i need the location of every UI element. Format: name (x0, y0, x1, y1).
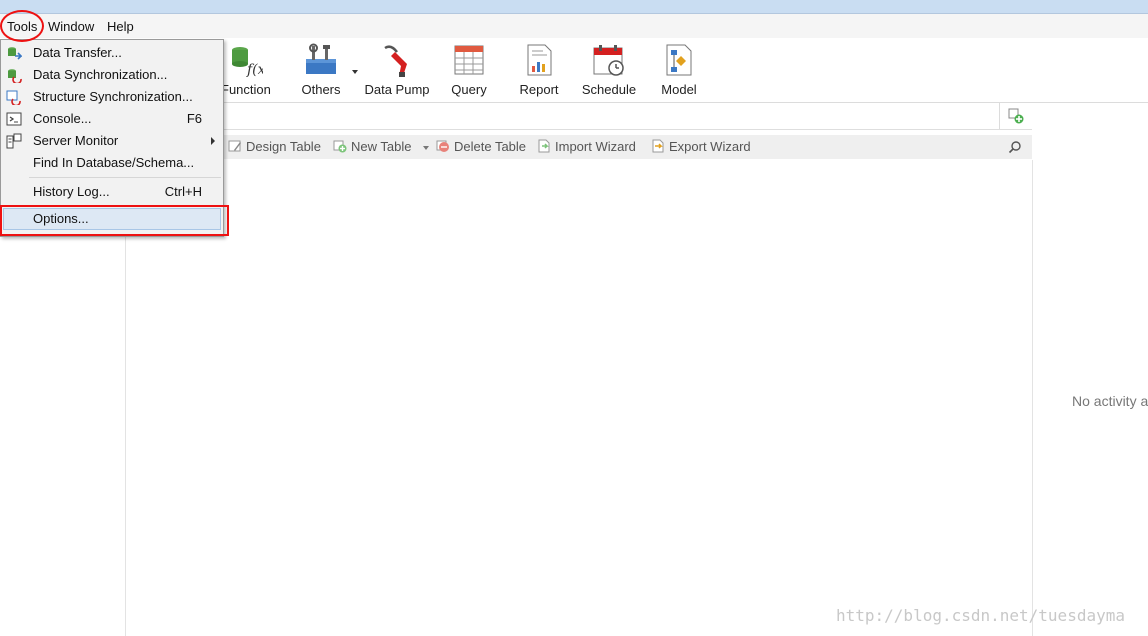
report-label: Report (519, 82, 559, 97)
annotation-circle-tools (0, 10, 44, 42)
menu-window[interactable]: Window (48, 19, 94, 34)
menu-item-data-transfer[interactable]: Data Transfer... (1, 42, 223, 64)
watermark-text: http://blog.csdn.net/tuesdayma (836, 606, 1125, 625)
menu-bar: Tools Window Help (0, 14, 1148, 38)
search-icon[interactable] (1008, 140, 1022, 154)
menu-item-history-log[interactable]: History Log... Ctrl+H (1, 181, 223, 203)
import-wizard-icon (538, 139, 550, 153)
others-dropdown-arrow-icon[interactable] (352, 70, 358, 74)
submenu-arrow-icon (211, 137, 215, 145)
function-label: Function (221, 82, 271, 97)
object-search-bar[interactable] (126, 103, 1032, 130)
import-wizard-label: Import Wizard (555, 139, 636, 154)
history-log-label: History Log... (33, 184, 110, 199)
data-transfer-icon (8, 47, 22, 60)
data-synchronization-label: Data Synchronization... (33, 67, 168, 82)
schedule-label: Schedule (581, 82, 637, 97)
menu-item-structure-synchronization[interactable]: Structure Synchronization... (1, 86, 223, 108)
find-in-database-label: Find In Database/Schema... (33, 155, 195, 170)
new-table-dropdown-arrow-icon[interactable] (423, 146, 429, 150)
others-icon (306, 43, 336, 74)
annotation-box-options (0, 205, 229, 236)
new-table-label: New Table (351, 139, 412, 154)
structure-synchronization-label: Structure Synchronization... (33, 89, 193, 104)
export-wizard-icon (652, 139, 664, 153)
export-wizard-button[interactable]: Export Wizard (651, 139, 751, 157)
menu-item-server-monitor[interactable]: Server Monitor (1, 130, 223, 152)
design-table-button[interactable]: Design Table (228, 139, 321, 157)
menu-separator (29, 177, 221, 178)
console-icon (6, 112, 22, 126)
report-icon (527, 44, 552, 76)
function-button[interactable]: f(x) Function (215, 38, 275, 102)
query-icon (454, 45, 484, 75)
delete-table-button[interactable]: Delete Table (436, 139, 526, 157)
add-tab-icon (1008, 108, 1024, 124)
delete-table-label: Delete Table (454, 139, 527, 154)
server-monitor-icon (6, 133, 22, 149)
new-table-button[interactable]: New Table (333, 139, 411, 157)
svg-text:f(x): f(x) (246, 62, 263, 78)
object-list-area[interactable] (126, 160, 1033, 636)
design-table-icon (228, 140, 241, 152)
query-label: Query (451, 82, 487, 97)
history-log-shortcut: Ctrl+H (164, 184, 202, 199)
menu-item-console[interactable]: Console... F6 (1, 108, 223, 130)
window-titlebar (0, 0, 1148, 14)
menu-help[interactable]: Help (107, 19, 134, 34)
menu-item-find-in-database[interactable]: Find In Database/Schema... (1, 152, 223, 174)
data-pump-icon (384, 45, 407, 77)
report-button[interactable]: Report (514, 38, 564, 102)
function-icon: f(x) (232, 47, 263, 78)
model-icon (666, 44, 692, 76)
design-table-label: Design Table (246, 139, 321, 154)
object-toolbar: Design Table New Table Delete Table Impo… (126, 135, 1032, 159)
import-wizard-button[interactable]: Import Wizard (537, 139, 636, 157)
model-label: Model (661, 82, 697, 97)
data-pump-label: Data Pump (364, 82, 430, 97)
data-synchronization-icon (8, 69, 22, 83)
model-button[interactable]: Model (656, 38, 702, 102)
others-button[interactable]: Others (298, 38, 344, 102)
export-wizard-label: Export Wizard (669, 139, 751, 154)
info-pane: No activity a (1034, 103, 1148, 636)
structure-synchronization-icon (6, 90, 21, 105)
schedule-button[interactable]: Schedule (580, 38, 638, 102)
console-label: Console... (33, 111, 92, 126)
add-tab-button[interactable] (999, 103, 1032, 129)
data-transfer-label: Data Transfer... (33, 45, 122, 60)
schedule-icon (593, 45, 624, 76)
menu-item-data-synchronization[interactable]: Data Synchronization... (1, 64, 223, 86)
query-button[interactable]: Query (448, 38, 490, 102)
data-pump-button[interactable]: Data Pump (362, 38, 432, 102)
server-monitor-label: Server Monitor (33, 133, 119, 148)
no-activity-message: No activity a (1072, 393, 1148, 409)
delete-table-icon (436, 140, 449, 152)
console-shortcut: F6 (186, 111, 202, 126)
others-label: Others (301, 82, 341, 97)
new-table-icon (333, 140, 347, 153)
